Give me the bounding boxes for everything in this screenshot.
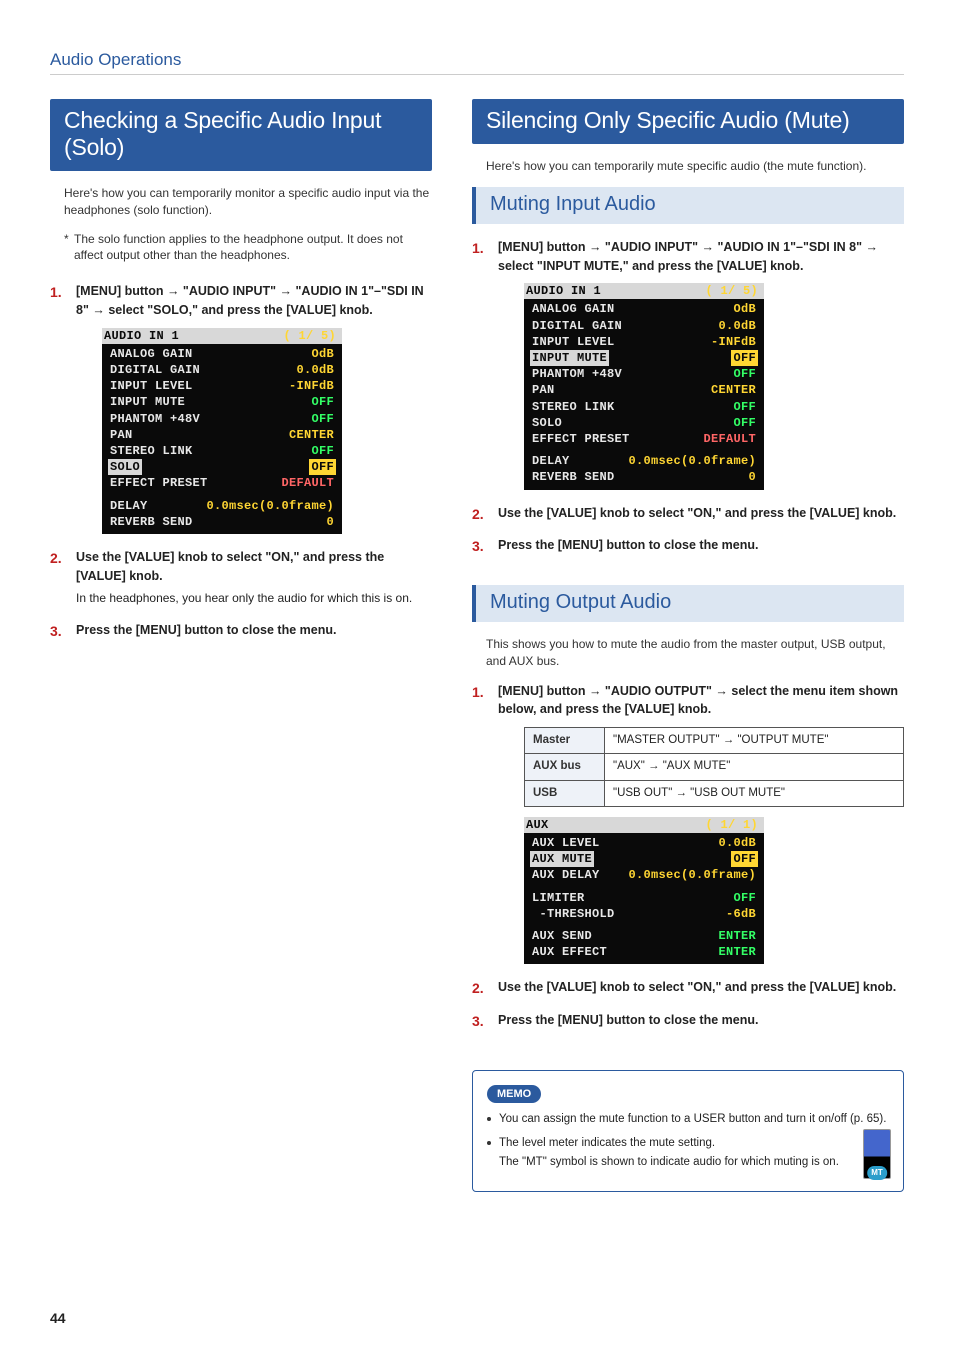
mute-title: Silencing Only Specific Audio (Mute) [472, 99, 904, 144]
mute-intro: Here's how you can temporarily mute spec… [486, 158, 904, 175]
page-number: 44 [50, 1310, 66, 1326]
mute-out-step1: [MENU] button → "AUDIO OUTPUT" → select … [498, 684, 898, 717]
left-column: Checking a Specific Audio Input (Solo) H… [50, 99, 432, 1192]
memo-box: MEMO You can assign the mute function to… [472, 1070, 904, 1192]
solo-step3: Press the [MENU] button to close the men… [76, 623, 336, 637]
mute-in-step2: Use the [VALUE] knob to select "ON," and… [498, 506, 896, 520]
mute-out-step2: Use the [VALUE] knob to select "ON," and… [498, 980, 896, 994]
memo-item: You can assign the mute function to a US… [487, 1111, 889, 1128]
section-header: Audio Operations [50, 50, 904, 75]
mute-out-step3: Press the [MENU] button to close the men… [498, 1013, 758, 1027]
mute-in-step1: [MENU] button → "AUDIO INPUT" → "AUDIO I… [498, 240, 878, 273]
solo-step2: Use the [VALUE] knob to select "ON," and… [76, 550, 384, 583]
solo-note: The solo function applies to the headpho… [64, 231, 432, 265]
mute-in-step3: Press the [MENU] button to close the men… [498, 538, 758, 552]
mute-out-lcd: AUX( 1/ 1)AUX LEVEL0.0dBAUX MUTEOFFAUX D… [524, 817, 764, 965]
right-column: Silencing Only Specific Audio (Mute) Her… [472, 99, 904, 1192]
mute-input-title: Muting Input Audio [472, 187, 904, 224]
solo-steps: [MENU] button → "AUDIO INPUT" → "AUDIO I… [50, 282, 432, 640]
level-meter-icon [863, 1129, 891, 1179]
solo-title: Checking a Specific Audio Input (Solo) [50, 99, 432, 171]
solo-step2-sub: In the headphones, you hear only the aud… [76, 589, 432, 607]
solo-step1: [MENU] button → "AUDIO INPUT" → "AUDIO I… [76, 284, 424, 317]
mute-out-intro: This shows you how to mute the audio fro… [486, 636, 904, 670]
mute-output-title: Muting Output Audio [472, 585, 904, 622]
mute-in-lcd: AUDIO IN 1( 1/ 5)ANALOG GAINOdBDIGITAL G… [524, 283, 764, 489]
memo-tag: MEMO [487, 1085, 541, 1104]
solo-lcd: AUDIO IN 1( 1/ 5)ANALOG GAINOdBDIGITAL G… [102, 328, 342, 534]
mute-output-steps: [MENU] button → "AUDIO OUTPUT" → select … [472, 682, 904, 1030]
mute-out-table: Master"MASTER OUTPUT" → "OUTPUT MUTE"AUX… [524, 727, 904, 807]
memo-item: The level meter indicates the mute setti… [487, 1135, 889, 1172]
mute-input-steps: [MENU] button → "AUDIO INPUT" → "AUDIO I… [472, 238, 904, 555]
solo-intro: Here's how you can temporarily monitor a… [64, 185, 432, 219]
